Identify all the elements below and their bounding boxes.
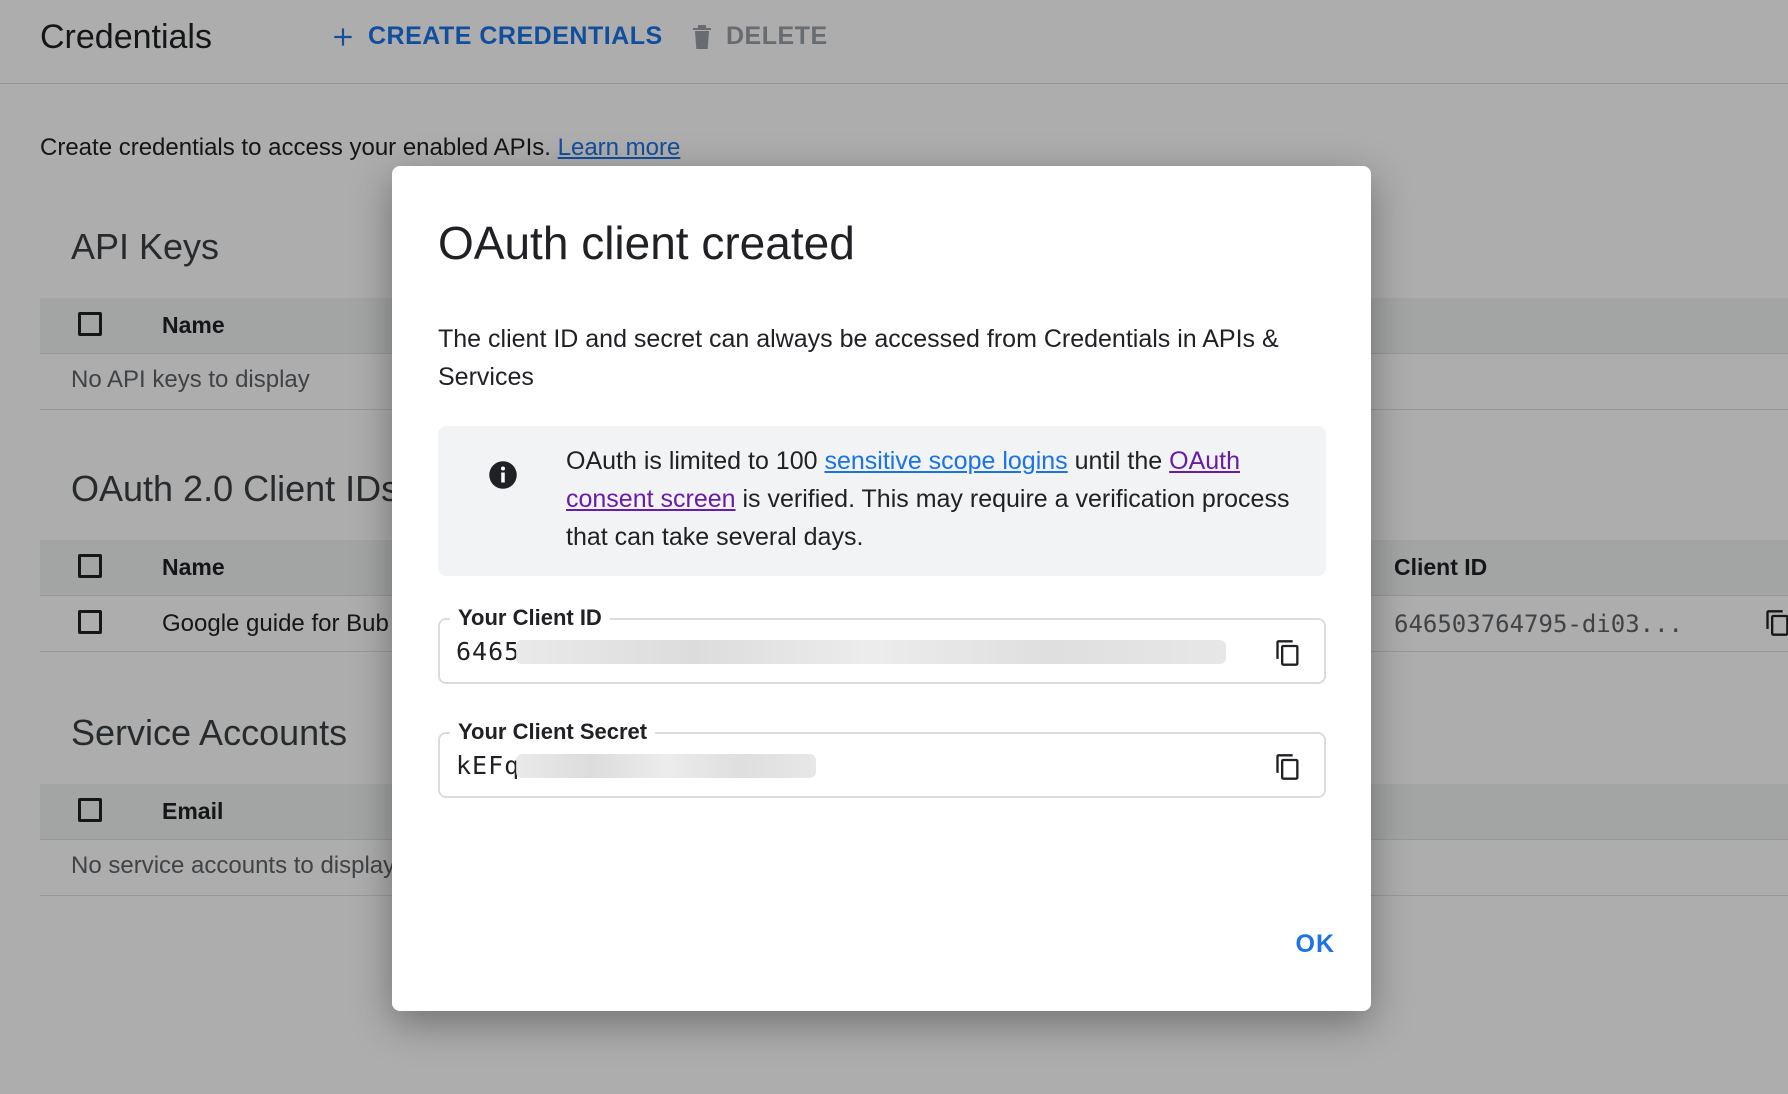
dialog-description: The client ID and secret can always be a… — [438, 325, 1279, 391]
dialog-title: OAuth client created — [438, 217, 855, 269]
ok-button[interactable]: OK — [1296, 930, 1336, 959]
notice-text-part: OAuth is limited to 100 — [566, 447, 825, 475]
info-icon — [489, 461, 517, 489]
client-secret-label: Your Client Secret — [450, 720, 656, 744]
notice-box: OAuth is limited to 100 sensitive scope … — [438, 426, 1326, 576]
redacted-client-secret — [516, 754, 816, 778]
client-id-value[interactable]: 6465 — [456, 637, 520, 666]
client-id-label: Your Client ID — [450, 606, 610, 630]
client-secret-field[interactable]: Your Client Secret kEFq — [438, 720, 1326, 798]
redacted-client-id — [516, 640, 1226, 664]
notice-text: OAuth is limited to 100 sensitive scope … — [566, 442, 1306, 556]
client-id-field[interactable]: Your Client ID 6465 — [438, 606, 1326, 684]
client-secret-value[interactable]: kEFq — [456, 751, 520, 780]
oauth-created-dialog: OAuth client created The client ID and s… — [392, 166, 1371, 1011]
notice-text-part: until the — [1067, 447, 1170, 475]
copy-client-secret-icon[interactable] — [1274, 752, 1302, 782]
sensitive-scope-logins-link[interactable]: sensitive scope logins — [824, 447, 1067, 475]
copy-client-id-icon[interactable] — [1274, 638, 1302, 668]
